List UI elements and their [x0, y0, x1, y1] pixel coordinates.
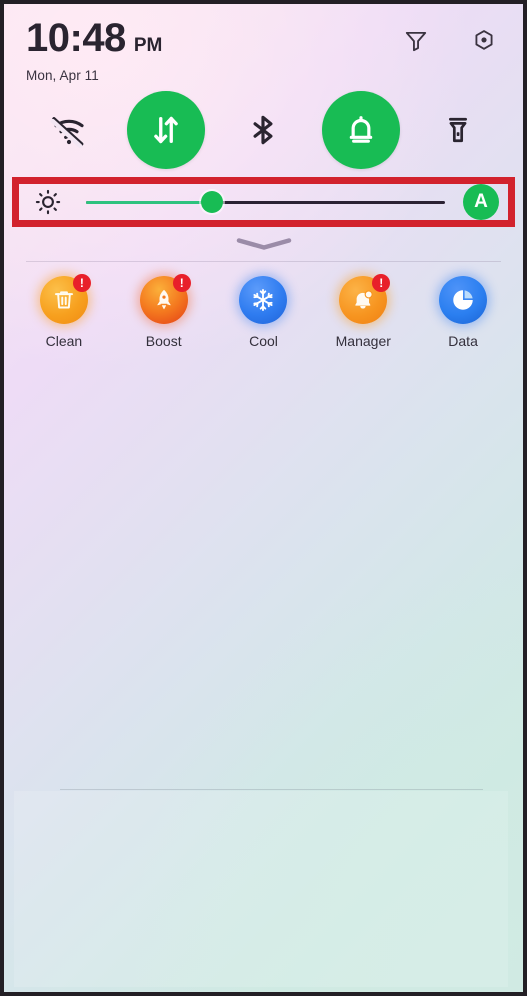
- shortcut-icon-wrap: [439, 276, 488, 324]
- shortcut-boost[interactable]: ! Boost: [120, 274, 208, 349]
- auto-brightness-button[interactable]: A: [463, 184, 499, 220]
- toggle-sound[interactable]: [321, 91, 400, 169]
- shortcut-label: Clean: [45, 333, 83, 349]
- shortcut-label: Data: [448, 333, 478, 349]
- shortcut-icon-wrap: !: [139, 274, 191, 324]
- shortcut-label: Boost: [145, 333, 182, 349]
- toggle-flashlight[interactable]: [419, 91, 497, 169]
- brightness-row: A: [12, 177, 515, 227]
- shortcut-label: Manager: [335, 333, 391, 349]
- bottom-divider: [60, 789, 483, 790]
- toggle-wifi[interactable]: [30, 91, 108, 169]
- clock-date: Mon, Apr 11: [26, 68, 99, 83]
- notification-shade: 10:48 PM Mon, Apr 11 A ! Clean ! Boost C…: [4, 4, 523, 992]
- shortcut-data[interactable]: Data: [419, 276, 507, 349]
- badge-clean: !: [72, 274, 91, 292]
- toggle-mobile-data[interactable]: [127, 91, 206, 169]
- expand-handle-area[interactable]: [4, 227, 523, 261]
- bottom-panel-surface: [14, 791, 508, 987]
- filter-icon[interactable]: [401, 26, 431, 56]
- shortcut-icon-wrap: !: [39, 274, 91, 324]
- pie-chart-icon: [439, 276, 488, 324]
- shortcut-label: Cool: [249, 333, 278, 349]
- brightness-sun-icon: [28, 184, 68, 220]
- header-actions: [401, 26, 499, 56]
- shortcut-icon-wrap: !: [339, 274, 391, 324]
- phone-frame: 10:48 PM Mon, Apr 11 A ! Clean ! Boost C…: [0, 0, 527, 996]
- shortcut-clean[interactable]: ! Clean: [20, 274, 108, 349]
- toggle-bluetooth[interactable]: [224, 91, 302, 169]
- settings-icon[interactable]: [469, 26, 499, 56]
- notification-list-empty: [4, 349, 523, 992]
- quick-toggle-row: [4, 87, 523, 169]
- slider-fill: [86, 200, 212, 204]
- clock-time: 10:48: [26, 16, 126, 60]
- badge-manager: !: [372, 274, 391, 292]
- shortcut-icon-wrap: [239, 276, 288, 324]
- chevron-down-handle-icon[interactable]: [235, 237, 293, 251]
- brightness-slider[interactable]: [86, 187, 445, 217]
- shortcut-row: ! Clean ! Boost Cool ! Manager Data: [4, 262, 523, 349]
- slider-thumb[interactable]: [200, 191, 223, 213]
- snowflake-icon: [239, 276, 288, 324]
- clock-ampm: PM: [133, 35, 163, 56]
- shortcut-manager[interactable]: ! Manager: [319, 274, 407, 349]
- shortcut-cool[interactable]: Cool: [219, 276, 307, 349]
- badge-boost: !: [172, 274, 191, 292]
- status-header: 10:48 PM Mon, Apr 11: [4, 4, 523, 87]
- brightness-control-group: A: [12, 177, 515, 227]
